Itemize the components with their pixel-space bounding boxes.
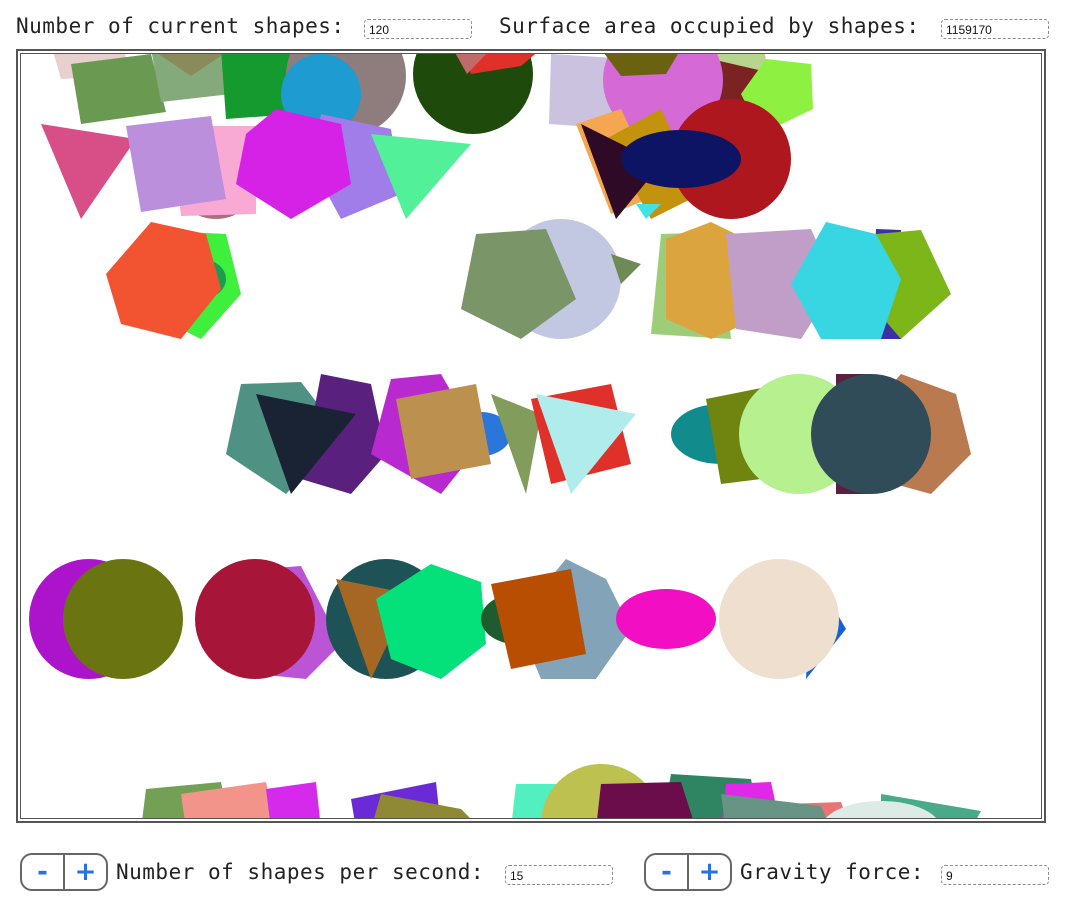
shapes-per-second-stepper[interactable]: - + (20, 853, 108, 891)
circle-shape[interactable] (63, 559, 183, 679)
shapes-per-second-label: Number of shapes per second: (116, 860, 485, 884)
ellipse-shape[interactable] (616, 589, 716, 649)
surface-area-field[interactable]: 1159170 (941, 19, 1049, 39)
shapes-count-label: Number of current shapes: (16, 14, 345, 38)
gravity-stepper[interactable]: - + (644, 853, 732, 891)
shapes-count-field[interactable]: 120 (364, 19, 472, 39)
circle-shape[interactable] (719, 559, 839, 679)
circle-shape[interactable] (811, 374, 931, 494)
square-shape[interactable] (266, 782, 321, 819)
surface-area-label: Surface area occupied by shapes: (499, 14, 920, 38)
decrease-shapes-button[interactable]: - (22, 855, 65, 889)
increase-shapes-button[interactable]: + (65, 855, 106, 889)
square-shape[interactable] (126, 116, 226, 212)
square-shape[interactable] (396, 384, 491, 479)
square-shape[interactable] (491, 569, 586, 669)
gravity-label: Gravity force: (740, 860, 925, 884)
increase-gravity-button[interactable]: + (689, 855, 730, 889)
circle-shape[interactable] (195, 559, 315, 679)
decrease-gravity-button[interactable]: - (646, 855, 689, 889)
shapes-canvas[interactable] (16, 49, 1046, 823)
square-shape[interactable] (721, 794, 831, 819)
shapes-svg[interactable] (21, 54, 1042, 819)
square-shape[interactable] (71, 54, 166, 124)
triangle-shape[interactable] (41, 124, 136, 219)
square-shape[interactable] (596, 782, 696, 819)
gravity-field[interactable]: 9 (941, 865, 1049, 885)
shapes-per-second-field[interactable]: 15 (505, 865, 613, 885)
ellipse-shape[interactable] (621, 130, 741, 188)
shapes-canvas-area[interactable] (20, 53, 1042, 819)
